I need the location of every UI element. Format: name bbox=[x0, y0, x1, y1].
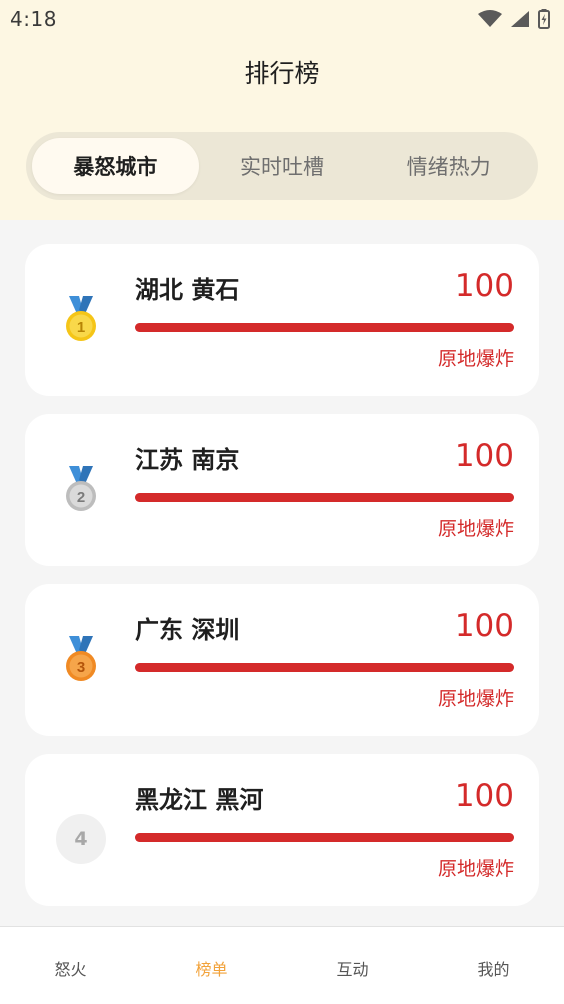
wifi-icon bbox=[478, 10, 502, 27]
anger-status: 原地爆炸 bbox=[437, 348, 514, 370]
ranking-card[interactable]: 4 黑龙江 黑河 100 原地爆炸 bbox=[25, 754, 539, 906]
nav-item-anger[interactable]: 怒火 bbox=[0, 952, 141, 980]
nav-item-interaction[interactable]: 互动 bbox=[282, 952, 423, 980]
anger-score: 100 bbox=[454, 778, 514, 814]
status-bar: 4:18 bbox=[0, 0, 564, 38]
bronze-medal-icon: 3 bbox=[66, 636, 96, 681]
anger-bar bbox=[135, 493, 514, 502]
page-title: 排行榜 bbox=[244, 59, 320, 88]
ranking-card[interactable]: 2 江苏 南京 100 原地爆炸 bbox=[25, 414, 539, 566]
ranking-card[interactable]: 3 广东 深圳 100 原地爆炸 bbox=[25, 584, 539, 736]
anger-status: 原地爆炸 bbox=[437, 858, 514, 880]
anger-status: 原地爆炸 bbox=[437, 518, 514, 540]
anger-bar bbox=[135, 833, 514, 842]
ranking-card[interactable]: 1 湖北 黄石 100 原地爆炸 bbox=[25, 244, 539, 396]
city-name: 广东 深圳 bbox=[135, 616, 240, 644]
anger-score: 100 bbox=[454, 268, 514, 304]
anger-bar-fill bbox=[135, 663, 514, 672]
header-area: 4:18 排行榜 暴怒城市 实时吐槽 情绪热力 bbox=[0, 0, 564, 220]
battery-charging-icon bbox=[538, 9, 550, 29]
rank-number-badge: 4 bbox=[56, 814, 106, 864]
silver-medal-icon: 2 bbox=[66, 466, 96, 511]
nav-item-mine[interactable]: 我的 bbox=[423, 952, 564, 980]
nav-item-rankings[interactable]: 榜单 bbox=[141, 952, 282, 980]
anger-status: 原地爆炸 bbox=[437, 688, 514, 710]
tab-realtime-complaints[interactable]: 实时吐槽 bbox=[199, 138, 366, 194]
anger-score: 100 bbox=[454, 438, 514, 474]
tab-bar: 暴怒城市 实时吐槽 情绪热力 bbox=[26, 132, 538, 200]
city-name: 江苏 南京 bbox=[135, 446, 240, 474]
svg-text:2: 2 bbox=[77, 489, 85, 506]
gold-medal-icon: 1 bbox=[66, 296, 96, 341]
anger-bar-fill bbox=[135, 323, 514, 332]
status-time: 4:18 bbox=[10, 7, 57, 31]
ranking-list: 1 湖北 黄石 100 原地爆炸 2 江苏 南京 100 原地爆炸 3 广东 深… bbox=[25, 244, 539, 924]
anger-bar bbox=[135, 663, 514, 672]
svg-text:1: 1 bbox=[77, 319, 85, 336]
city-name: 湖北 黄石 bbox=[135, 276, 240, 304]
city-name: 黑龙江 黑河 bbox=[135, 786, 264, 814]
anger-bar-fill bbox=[135, 493, 514, 502]
cellular-signal-icon bbox=[511, 11, 529, 27]
svg-text:3: 3 bbox=[77, 659, 85, 676]
tab-emotion-heat[interactable]: 情绪热力 bbox=[365, 138, 532, 194]
anger-bar bbox=[135, 323, 514, 332]
bottom-nav: 怒火 榜单 互动 我的 bbox=[0, 926, 564, 1004]
status-icons bbox=[478, 9, 550, 29]
tab-angry-cities[interactable]: 暴怒城市 bbox=[32, 138, 199, 194]
anger-score: 100 bbox=[454, 608, 514, 644]
anger-bar-fill bbox=[135, 833, 514, 842]
